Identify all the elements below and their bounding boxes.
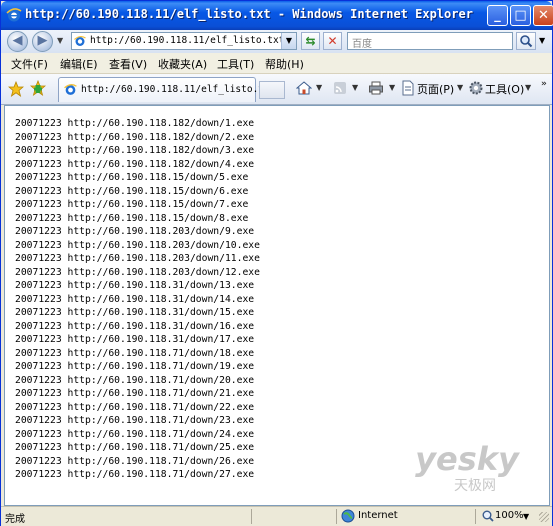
text-line: 20071223 http://60.190.118.182/down/3.ex… <box>15 145 255 156</box>
search-placeholder: 百度 <box>352 39 372 50</box>
menu-tools[interactable]: 工具(T) <box>217 56 254 72</box>
tab-toolbar: http://60.190.118.11/elf_listo.txt ▼ ▼ ▼… <box>1 74 552 105</box>
refresh-icon: ⇆ <box>305 34 316 48</box>
text-line: 20071223 http://60.190.118.71/down/19.ex… <box>15 361 255 372</box>
text-line: 20071223 http://60.190.118.71/down/26.ex… <box>15 455 255 467</box>
address-toolbar: ◀ ▶ ▼ http://60.190.118.11/elf_listo.txt… <box>1 30 552 53</box>
home-dropdown-icon[interactable]: ▼ <box>316 83 322 92</box>
text-line: 20071223 http://60.190.118.203/down/11.e… <box>15 253 260 264</box>
tools-menu-dropdown-icon[interactable]: ▼ <box>525 83 531 92</box>
close-icon: ✕ <box>538 8 549 23</box>
text-line: 20071223 http://60.190.118.203/down/10.e… <box>15 239 260 251</box>
ie-logo-icon <box>6 8 22 22</box>
back-button[interactable]: ◀ <box>7 31 28 52</box>
watermark-logo: yesky 天极网 <box>415 440 520 494</box>
text-line: 20071223 http://60.190.118.31/down/16.ex… <box>15 320 255 332</box>
internet-globe-icon <box>341 509 355 523</box>
home-icon[interactable] <box>296 80 312 96</box>
search-input[interactable]: 百度 <box>347 32 513 50</box>
menu-favorites[interactable]: 收藏夹(A) <box>158 56 207 72</box>
stop-button[interactable]: ✕ <box>323 32 342 50</box>
status-separator <box>475 509 476 524</box>
text-line: 20071223 http://60.190.118.71/down/25.ex… <box>15 442 255 453</box>
text-line: 20071223 http://60.190.118.15/down/5.exe <box>15 172 249 183</box>
menu-edit[interactable]: 编辑(E) <box>60 56 98 72</box>
text-line: 20071223 http://60.190.118.71/down/18.ex… <box>15 347 255 359</box>
minimize-button[interactable]: _ <box>487 5 508 26</box>
browser-window: http://60.190.118.11/elf_listo.txt - Win… <box>0 0 553 526</box>
zoom-level[interactable]: 100% <box>495 510 524 521</box>
text-line: 20071223 http://60.190.118.71/down/21.ex… <box>15 388 255 399</box>
history-dropdown-icon[interactable]: ▼ <box>57 36 63 45</box>
text-line: 20071223 http://60.190.118.71/down/24.ex… <box>15 428 255 440</box>
text-line: 20071223 http://60.190.118.15/down/7.exe <box>15 199 249 210</box>
text-line: 20071223 http://60.190.118.15/down/8.exe <box>15 212 249 224</box>
watermark-brand: yesky <box>415 440 520 478</box>
text-line: 20071223 http://60.190.118.71/down/22.ex… <box>15 401 255 413</box>
minimize-icon: _ <box>494 8 501 23</box>
search-icon <box>520 35 533 48</box>
window-title: http://60.190.118.11/elf_listo.txt - Win… <box>25 7 473 21</box>
resize-grip[interactable] <box>539 512 549 522</box>
text-line: 20071223 http://60.190.118.71/down/20.ex… <box>15 374 255 386</box>
page-icon <box>74 35 86 46</box>
forward-arrow-icon: ▶ <box>37 33 48 48</box>
text-line: 20071223 http://60.190.118.182/down/1.ex… <box>15 118 255 129</box>
security-zone-label: Internet <box>358 510 398 521</box>
text-line: 20071223 http://60.190.118.31/down/17.ex… <box>15 334 255 345</box>
menu-help[interactable]: 帮助(H) <box>265 56 304 72</box>
favorites-star-icon[interactable] <box>8 81 24 97</box>
back-arrow-icon: ◀ <box>12 33 23 48</box>
status-separator <box>251 509 252 524</box>
text-line: 20071223 http://60.190.118.71/down/27.ex… <box>15 469 255 480</box>
toolbar-overflow-icon[interactable]: » <box>541 79 547 89</box>
status-separator <box>336 509 337 524</box>
add-favorite-icon[interactable] <box>30 80 46 96</box>
close-button[interactable]: ✕ <box>533 5 553 26</box>
status-bar: 完成 Internet 100% ▼ <box>1 506 552 526</box>
zoom-dropdown-icon[interactable]: ▼ <box>523 512 529 521</box>
tab-label: http://60.190.118.11/elf_listo.txt <box>81 84 276 95</box>
search-button[interactable] <box>516 32 536 50</box>
tools-gear-icon <box>469 81 483 95</box>
feeds-icon[interactable] <box>332 80 348 96</box>
menu-bar: 文件(F) 编辑(E) 查看(V) 收藏夹(A) 工具(T) 帮助(H) <box>1 53 552 74</box>
text-line: 20071223 http://60.190.118.31/down/14.ex… <box>15 293 255 305</box>
zoom-magnifier-icon[interactable] <box>481 509 495 523</box>
text-line: 20071223 http://60.190.118.31/down/13.ex… <box>15 280 255 291</box>
forward-button[interactable]: ▶ <box>32 31 53 52</box>
menu-view[interactable]: 查看(V) <box>109 56 147 72</box>
maximize-icon: □ <box>514 8 527 23</box>
tab-current-page[interactable]: http://60.190.118.11/elf_listo.txt <box>58 77 275 102</box>
address-field[interactable]: http://60.190.118.11/elf_listo.txt ▼ <box>71 32 297 50</box>
text-line: 20071223 http://60.190.118.182/down/2.ex… <box>15 131 255 143</box>
feeds-dropdown-icon[interactable]: ▼ <box>352 83 358 92</box>
text-line: 20071223 http://60.190.118.203/down/9.ex… <box>15 226 255 237</box>
stop-icon: ✕ <box>327 34 338 48</box>
print-dropdown-icon[interactable]: ▼ <box>389 83 395 92</box>
print-icon[interactable] <box>368 80 384 96</box>
text-line: 20071223 http://60.190.118.15/down/6.exe <box>15 185 249 197</box>
tools-menu-button[interactable]: 工具(O) <box>485 81 524 97</box>
page-content[interactable]: 20071223 http://60.190.118.182/down/1.ex… <box>4 105 550 506</box>
page-menu-dropdown-icon[interactable]: ▼ <box>457 83 463 92</box>
text-line: 20071223 http://60.190.118.31/down/15.ex… <box>15 307 255 318</box>
search-options-icon[interactable]: ▼ <box>539 36 545 45</box>
menu-file[interactable]: 文件(F) <box>11 56 48 72</box>
address-dropdown-icon[interactable]: ▼ <box>281 33 296 49</box>
text-lines: 20071223 http://60.190.118.182/down/1.ex… <box>15 117 260 482</box>
address-url[interactable]: http://60.190.118.11/elf_listo.txt <box>90 35 284 46</box>
new-tab-button[interactable] <box>259 81 285 99</box>
page-menu-icon <box>402 80 414 96</box>
maximize-button[interactable]: □ <box>510 5 531 26</box>
refresh-button[interactable]: ⇆ <box>301 32 320 50</box>
page-menu-button[interactable]: 页面(P) <box>417 81 454 97</box>
page-icon <box>64 84 77 95</box>
title-bar[interactable]: http://60.190.118.11/elf_listo.txt - Win… <box>1 1 553 30</box>
watermark-sub: 天极网 <box>454 478 496 494</box>
text-line: 20071223 http://60.190.118.182/down/4.ex… <box>15 158 255 170</box>
text-line: 20071223 http://60.190.118.203/down/12.e… <box>15 266 260 278</box>
text-line: 20071223 http://60.190.118.71/down/23.ex… <box>15 415 255 426</box>
status-text: 完成 <box>5 514 25 525</box>
